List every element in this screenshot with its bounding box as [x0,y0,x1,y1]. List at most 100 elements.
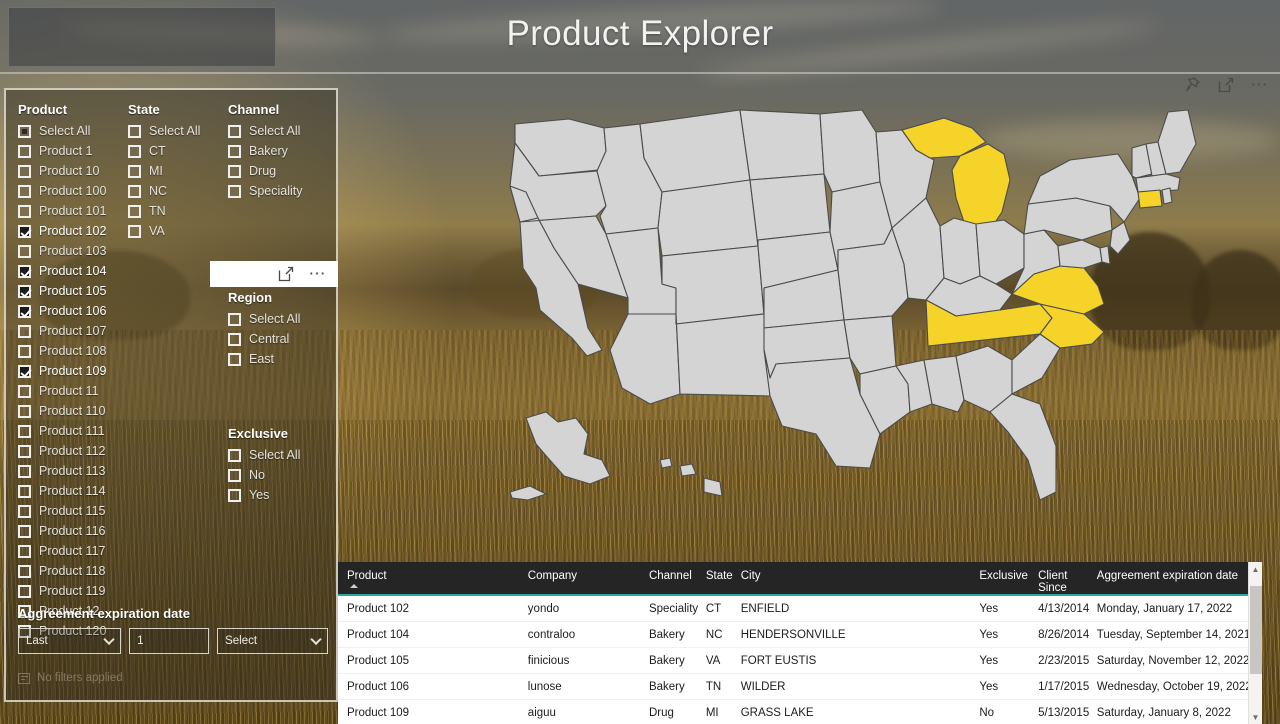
checkbox-icon[interactable] [18,464,31,478]
checkbox-icon[interactable] [18,324,31,338]
column-header-channel[interactable]: Channel [649,570,706,582]
scroll-up-icon[interactable]: ▲ [1249,562,1262,576]
checkbox-icon[interactable] [228,468,241,482]
slicer-item[interactable]: Central [228,329,338,349]
more-options-icon[interactable]: ⋯ [308,264,328,284]
slicer-item[interactable]: Product 107 [18,321,128,341]
checkbox-icon[interactable] [18,424,31,438]
checkbox-icon[interactable] [128,144,141,158]
checkbox-icon[interactable] [18,124,31,138]
slicer-item[interactable]: Product 115 [18,501,128,521]
slicer-item[interactable]: Select All [228,121,338,141]
table-row[interactable]: Product 109 aiguu Drug MI GRASS LAKE No 5/13/2… [338,700,1262,724]
relative-date-range-select[interactable]: Last [18,628,122,654]
slicer-region-list[interactable]: Select All Central East [228,309,338,369]
column-header-expiration[interactable]: Aggreement expiration date [1097,570,1262,582]
table-row[interactable]: Product 106 lunose Bakery TN WILDER Yes 1/17/2… [338,674,1262,700]
slicer-item[interactable]: Product 101 [18,201,128,221]
checkbox-icon[interactable] [18,144,31,158]
checkbox-icon[interactable] [228,332,241,346]
slicer-item[interactable]: Product 117 [18,541,128,561]
checkbox-icon[interactable] [228,124,241,138]
checkbox-icon[interactable] [128,164,141,178]
column-header-company[interactable]: Company [528,570,649,582]
slicer-item[interactable]: Product 112 [18,441,128,461]
checkbox-icon[interactable] [128,184,141,198]
checkbox-icon[interactable] [18,304,31,318]
slicer-item[interactable]: VA [128,221,228,241]
slicer-item[interactable]: Product 111 [18,421,128,441]
checkbox-icon[interactable] [228,488,241,502]
checkbox-icon[interactable] [18,264,31,278]
slicer-item[interactable]: NC [128,181,228,201]
table-row[interactable]: Product 102 yondo Speciality CT ENFIELD Yes 4/… [338,596,1262,622]
column-header-state[interactable]: State [706,570,741,582]
column-header-product[interactable]: Product [338,570,528,582]
checkbox-icon[interactable] [18,524,31,538]
checkbox-icon[interactable] [18,504,31,518]
slicer-item[interactable]: Product 103 [18,241,128,261]
slicer-item[interactable]: Select All [128,121,228,141]
slicer-product-list[interactable]: Select All Product 1 Product 10 Product 100… [18,121,128,641]
slicer-item[interactable]: Select All [228,309,338,329]
us-map-visual[interactable] [340,88,1278,560]
slicer-item[interactable]: Product 105 [18,281,128,301]
scroll-down-icon[interactable]: ▼ [1249,710,1262,724]
table-row[interactable]: Product 104 contraloo Bakery NC HENDERSONVIL… [338,622,1262,648]
checkbox-icon[interactable] [228,164,241,178]
checkbox-icon[interactable] [18,384,31,398]
slicer-item[interactable]: No [228,465,338,485]
checkbox-icon[interactable] [18,564,31,578]
checkbox-icon[interactable] [228,144,241,158]
checkbox-icon[interactable] [228,352,241,366]
slicer-exclusive-list[interactable]: Select All No Yes [228,445,338,505]
checkbox-icon[interactable] [18,244,31,258]
checkbox-icon[interactable] [18,204,31,218]
slicer-item[interactable]: Product 106 [18,301,128,321]
checkbox-icon[interactable] [18,184,31,198]
checkbox-icon[interactable] [228,448,241,462]
detail-table-visual[interactable]: Product Company Channel State City Exclu… [338,562,1262,724]
slicer-item[interactable]: Product 118 [18,561,128,581]
checkbox-icon[interactable] [18,584,31,598]
slicer-item[interactable]: Product 10 [18,161,128,181]
checkbox-icon[interactable] [128,204,141,218]
slicer-item[interactable]: Product 116 [18,521,128,541]
relative-date-unit-select[interactable]: Select [217,628,328,654]
checkbox-icon[interactable] [18,364,31,378]
slicer-item[interactable]: Bakery [228,141,338,161]
checkbox-icon[interactable] [228,312,241,326]
table-vertical-scrollbar[interactable]: ▲ ▼ [1248,562,1262,724]
slicer-state-list[interactable]: Select All CT MI NC TN VA [128,121,228,241]
slicer-item[interactable]: Product 11 [18,381,128,401]
slicer-item[interactable]: Product 104 [18,261,128,281]
checkbox-icon[interactable] [18,344,31,358]
checkbox-icon[interactable] [128,224,141,238]
slicer-item[interactable]: Product 109 [18,361,128,381]
checkbox-icon[interactable] [18,404,31,418]
relative-date-number-input[interactable]: 1 [129,628,210,654]
checkbox-icon[interactable] [128,124,141,138]
slicer-item[interactable]: Product 119 [18,581,128,601]
column-header-exclusive[interactable]: Exclusive [979,570,1038,582]
checkbox-icon[interactable] [228,184,241,198]
column-header-city[interactable]: City [741,570,980,582]
slicer-item[interactable]: Product 100 [18,181,128,201]
slicer-item[interactable]: Product 1 [18,141,128,161]
checkbox-icon[interactable] [18,284,31,298]
slicer-item[interactable]: Product 110 [18,401,128,421]
checkbox-icon[interactable] [18,544,31,558]
slicer-item[interactable]: Drug [228,161,338,181]
slicer-item[interactable]: Select All [228,445,338,465]
slicer-item[interactable]: Speciality [228,181,338,201]
slicer-item[interactable]: Product 102 [18,221,128,241]
slicer-item[interactable]: East [228,349,338,369]
slicer-item[interactable]: TN [128,201,228,221]
checkbox-icon[interactable] [18,164,31,178]
slicer-item[interactable]: CT [128,141,228,161]
table-row[interactable]: Product 105 finicious Bakery VA FORT EUSTIS Y… [338,648,1262,674]
scrollbar-thumb[interactable] [1250,586,1262,674]
slicer-item[interactable]: Select All [18,121,128,141]
checkbox-icon[interactable] [18,444,31,458]
slicer-channel-list[interactable]: Select All Bakery Drug Speciality [228,121,338,201]
